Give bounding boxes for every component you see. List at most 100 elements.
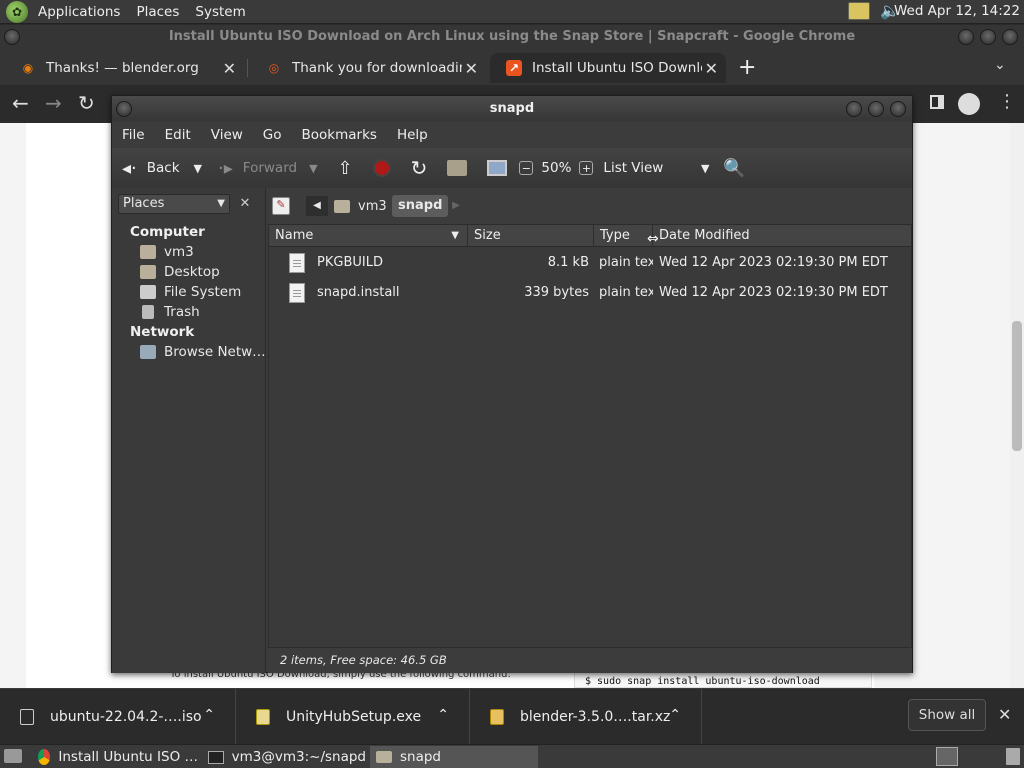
back-button[interactable]: ◂· Back [122, 158, 180, 179]
chevron-up-icon[interactable]: ⌃ [669, 707, 681, 723]
taskbar-item-terminal[interactable]: vm3@vm3:~/snapd [202, 746, 366, 768]
show-all-downloads-button[interactable]: Show all [908, 699, 986, 731]
download-item-ubuntu[interactable]: ubuntu-22.04.2-….iso ⌃ [0, 689, 236, 745]
sidebar-heading-network: Network [130, 324, 195, 340]
close-sidebar-icon[interactable]: ✕ [234, 193, 256, 215]
ubuntu-favicon-icon: ◎ [268, 61, 280, 75]
home-icon[interactable] [447, 160, 468, 176]
chevron-up-icon[interactable]: ⌃ [203, 707, 215, 723]
back-history-dropdown[interactable]: ▼ [194, 162, 202, 175]
places-combo[interactable]: Places ▼ [118, 194, 230, 214]
menu-go[interactable]: Go [253, 127, 292, 143]
forward-arrow-icon: ·▸ [218, 157, 233, 179]
forward-button[interactable]: ·▸ Forward [218, 158, 297, 179]
page-scrollbar-thumb[interactable] [1012, 321, 1022, 451]
menu-help[interactable]: Help [387, 127, 438, 143]
close-window-button[interactable] [890, 101, 906, 117]
file-row-pkgbuild[interactable]: PKGBUILD 8.1 kB plain text Wed 12 Apr 20… [269, 249, 911, 279]
zoom-in-icon[interactable]: + [579, 161, 594, 175]
gnome-foot-icon[interactable]: ✿ [6, 0, 28, 23]
tab-ubuntu-thanks[interactable]: ◎ Thank you for downloading Ub ✕ [250, 53, 486, 83]
zoom-level[interactable]: 50% [541, 160, 571, 176]
tab-snapcraft[interactable]: ↗ Install Ubuntu ISO Download ✕ [490, 53, 726, 83]
workspace-switcher[interactable] [936, 747, 958, 766]
menu-file[interactable]: File [112, 127, 155, 143]
sidebar-item-vm3[interactable]: vm3 [140, 244, 194, 260]
edit-location-icon[interactable]: ✎ [272, 197, 290, 215]
clock[interactable]: Wed Apr 12, 14:22 [894, 3, 1020, 19]
minimize-button[interactable] [846, 101, 862, 117]
menu-view[interactable]: View [201, 127, 253, 143]
reload-icon[interactable]: ↻ [78, 91, 95, 115]
path-scroll-right-icon[interactable]: ▶ [448, 196, 464, 216]
file-type: plain text [599, 255, 653, 270]
column-date-label: Date Modified [659, 228, 750, 243]
column-name[interactable]: Name ▼ [269, 225, 468, 247]
tab-search-chevron-icon[interactable]: ⌄ [994, 57, 1006, 73]
search-icon[interactable]: 🔍 [723, 158, 745, 179]
file-manager-toolbar: ◂· Back ▼ ·▸ Forward ▼ ⇧ ↻ − 50% + List … [112, 148, 912, 188]
column-size[interactable]: Size [468, 225, 594, 247]
file-manager-titlebar[interactable]: snapd [112, 96, 912, 122]
tab-blender[interactable]: ◉ Thanks! — blender.org ✕ [4, 53, 244, 83]
maximize-button[interactable] [868, 101, 884, 117]
file-list[interactable]: Name ▼ Size Type Date Modified ⇔ PKGBUIL… [268, 224, 912, 648]
back-arrow-icon[interactable]: ← [12, 91, 29, 115]
view-mode-select[interactable]: List View ▼ [603, 160, 709, 176]
page-scrollbar[interactable] [1010, 123, 1024, 688]
chevron-up-icon[interactable]: ⌃ [437, 707, 449, 723]
column-type[interactable]: Type [594, 225, 653, 247]
maximize-button[interactable] [980, 29, 996, 45]
minimize-button[interactable] [958, 29, 974, 45]
close-window-button[interactable] [1002, 29, 1018, 45]
taskbar-label: vm3@vm3:~/snapd [231, 749, 366, 765]
chrome-window-title: Install Ubuntu ISO Download on Arch Linu… [0, 25, 1024, 49]
applications-menu[interactable]: Applications [32, 4, 126, 20]
path-scroll-left-icon[interactable]: ◀ [306, 196, 328, 216]
chrome-menu-icon[interactable]: ⋮ [998, 91, 1016, 112]
download-item-blender[interactable]: blender-3.5.0….tar.xz ⌃ [470, 689, 702, 745]
forward-history-dropdown[interactable]: ▼ [309, 162, 317, 175]
column-header: Name ▼ Size Type Date Modified [269, 225, 911, 247]
close-shelf-icon[interactable]: ✕ [998, 705, 1011, 724]
sidebar-item-file-system[interactable]: File System [140, 284, 241, 300]
terminal-icon [208, 750, 224, 764]
path-segment-vm3[interactable]: vm3 [334, 196, 387, 216]
download-item-unityhub[interactable]: UnityHubSetup.exe ⌃ [236, 689, 470, 745]
reload-icon[interactable]: ↻ [411, 156, 428, 180]
profile-avatar-icon[interactable] [958, 93, 980, 115]
system-menu[interactable]: System [189, 4, 251, 20]
sidebar-item-browse-network[interactable]: Browse Netw… [140, 344, 266, 360]
network-icon [140, 345, 156, 359]
taskbar-item-chrome[interactable]: Install Ubuntu ISO … [32, 746, 198, 768]
up-arrow-icon[interactable]: ⇧ [338, 158, 353, 179]
close-tab-icon[interactable]: ✕ [223, 59, 236, 78]
sidebar-item-desktop[interactable]: Desktop [140, 264, 220, 280]
taskbar-item-snapd[interactable]: snapd [370, 746, 538, 768]
menu-bookmarks[interactable]: Bookmarks [292, 127, 387, 143]
trash-applet-icon[interactable] [1006, 748, 1020, 765]
download-name: UnityHubSetup.exe [286, 709, 422, 725]
path-segment-snapd[interactable]: snapd [392, 195, 449, 217]
menu-edit[interactable]: Edit [155, 127, 201, 143]
column-date-modified[interactable]: Date Modified [653, 225, 911, 247]
home-folder-icon [140, 245, 156, 259]
window-menu-button[interactable] [116, 101, 132, 117]
side-panel-icon[interactable] [930, 95, 944, 109]
display-icon[interactable] [848, 2, 870, 20]
computer-icon[interactable] [487, 160, 508, 176]
close-tab-icon[interactable]: ✕ [705, 59, 718, 78]
sort-descending-icon: ▼ [451, 230, 459, 241]
places-menu[interactable]: Places [130, 4, 185, 20]
window-menu-button[interactable] [4, 29, 20, 45]
places-combo-label: Places [123, 196, 165, 211]
show-desktop-icon[interactable] [4, 749, 22, 763]
sidebar: Places ▼ ✕ Computer vm3 Desktop File Sys… [112, 188, 266, 673]
forward-arrow-icon[interactable]: → [45, 91, 62, 115]
close-tab-icon[interactable]: ✕ [465, 59, 478, 78]
sidebar-item-trash[interactable]: Trash [140, 304, 200, 320]
zoom-out-icon[interactable]: − [519, 161, 534, 175]
new-tab-icon[interactable]: + [738, 55, 756, 80]
file-row-snapd-install[interactable]: snapd.install 339 bytes plain text Wed 1… [269, 279, 911, 309]
stop-icon[interactable] [372, 159, 391, 177]
